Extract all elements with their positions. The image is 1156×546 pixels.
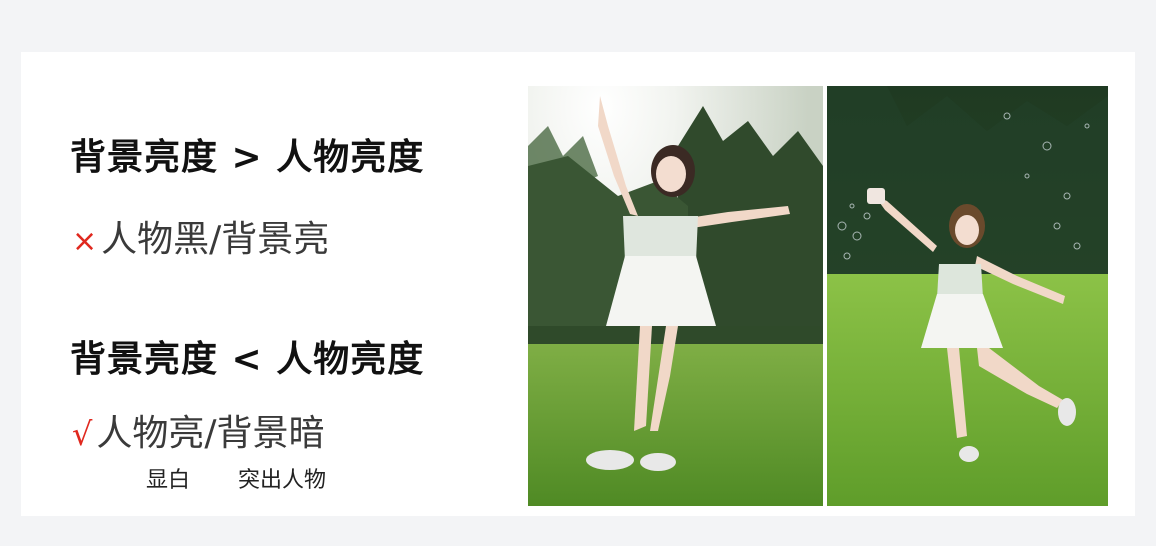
tag-highlight-subject: 突出人物 bbox=[238, 468, 327, 493]
rule2-text: 人物亮/背景暗 bbox=[96, 413, 325, 454]
check-icon: √ bbox=[72, 415, 93, 453]
rule2-heading: 背景亮度 < 人物亮度 bbox=[70, 339, 425, 380]
rule2-line: √ 人物亮/背景暗 bbox=[72, 404, 325, 456]
photo-frontlit-example bbox=[827, 86, 1108, 506]
rule1-line: × 人物黑/背景亮 bbox=[72, 210, 329, 262]
cross-icon: × bbox=[72, 224, 98, 259]
rule1-text: 人物黑/背景亮 bbox=[101, 219, 330, 260]
photo-backlit-example bbox=[528, 86, 823, 506]
rule1-heading: 背景亮度 > 人物亮度 bbox=[70, 137, 425, 178]
tag-fair-skin: 显白 bbox=[146, 468, 191, 493]
